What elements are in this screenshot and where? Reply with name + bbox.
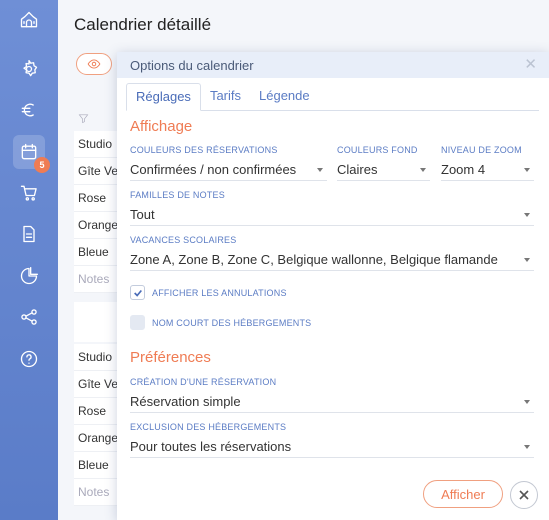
checkbox-checked[interactable]	[130, 285, 145, 300]
chevron-down-icon	[420, 168, 426, 172]
euro-icon[interactable]	[15, 96, 43, 124]
chevron-down-icon	[524, 445, 530, 449]
select-value[interactable]: Zone A, Zone B, Zone C, Belgique wallonn…	[130, 251, 534, 271]
select-value[interactable]: Claires	[337, 161, 430, 181]
background-spacer	[74, 302, 120, 342]
field-label: Familles de notes	[130, 190, 225, 200]
filter-icon[interactable]	[78, 111, 89, 129]
field-label: Vacances scolaires	[130, 235, 237, 245]
modal-title: Options du calendrier	[130, 57, 254, 73]
close-button[interactable]	[510, 481, 538, 509]
gear-icon[interactable]	[15, 55, 43, 83]
close-icon	[519, 490, 529, 500]
select-value[interactable]: Tout	[130, 206, 534, 226]
reservation-creation-select[interactable]: Création d'une réservation Réservation s…	[130, 377, 534, 413]
select-value[interactable]: Zoom 4	[441, 161, 534, 181]
home-logo-icon[interactable]	[15, 6, 43, 34]
section-title-affichage: Affichage	[130, 118, 193, 135]
calendar-icon[interactable]: 5	[13, 135, 50, 173]
background-colors-select[interactable]: Couleurs fond Claires	[337, 145, 430, 181]
modal-header: Options du calendrier ✕	[117, 52, 549, 78]
list-item[interactable]: Studio	[74, 344, 120, 371]
apply-button[interactable]: Afficher	[423, 480, 503, 508]
select-text: Zone A, Zone B, Zone C, Belgique wallonn…	[130, 252, 498, 267]
chevron-down-icon	[524, 258, 530, 262]
background-list-b: Studio Gîte Ve Rose Orange Bleue Notes	[74, 344, 120, 506]
field-label: Exclusion des hébergements	[130, 422, 287, 432]
list-item[interactable]: Orange	[74, 212, 120, 239]
background-list-a: Studio Gîte Ve Rose Orange Bleue Notes	[74, 131, 120, 293]
calendar-options-modal: Options du calendrier ✕ Réglages Tarifs …	[117, 52, 549, 520]
select-text: Zoom 4	[441, 162, 486, 177]
tab-reglages[interactable]: Réglages	[126, 83, 201, 111]
show-cancellations-checkbox[interactable]: Afficher les annulations	[130, 285, 287, 300]
accommodation-exclusion-select[interactable]: Exclusion des hébergements Pour toutes l…	[130, 422, 534, 458]
pie-chart-icon[interactable]	[15, 262, 43, 290]
select-text: Confirmées / non confirmées	[130, 162, 297, 177]
note-families-select[interactable]: Familles de notes Tout	[130, 190, 534, 226]
short-name-checkbox[interactable]: Nom court des hébergements	[130, 315, 311, 330]
list-item[interactable]: Orange	[74, 425, 120, 452]
tab-tarifs[interactable]: Tarifs	[201, 83, 250, 111]
section-title-preferences: Préférences	[130, 349, 211, 366]
select-text: Pour toutes les réservations	[130, 439, 292, 454]
chevron-down-icon	[524, 213, 530, 217]
select-text: Réservation simple	[130, 394, 241, 409]
field-label: Création d'une réservation	[130, 377, 277, 387]
cart-icon[interactable]	[15, 179, 43, 207]
visibility-toggle-button[interactable]	[76, 53, 112, 75]
checkbox-label[interactable]: Afficher les annulations	[152, 288, 287, 298]
list-item[interactable]: Bleue	[74, 239, 120, 266]
chevron-down-icon	[524, 400, 530, 404]
select-value[interactable]: Confirmées / non confirmées	[130, 161, 327, 181]
list-item[interactable]: Rose	[74, 185, 120, 212]
checkbox-label[interactable]: Nom court des hébergements	[152, 318, 311, 328]
select-text: Claires	[337, 162, 378, 177]
close-icon[interactable]: ✕	[524, 57, 537, 72]
checkbox-unchecked[interactable]	[130, 315, 145, 330]
chevron-down-icon	[524, 168, 530, 172]
list-item[interactable]: Bleue	[74, 452, 120, 479]
list-item[interactable]: Notes	[74, 479, 120, 506]
field-label: Couleurs fond	[337, 145, 418, 155]
calendar-badge: 5	[34, 157, 50, 173]
field-label: Niveau de zoom	[441, 145, 522, 155]
school-holidays-select[interactable]: Vacances scolaires Zone A, Zone B, Zone …	[130, 235, 534, 271]
eye-icon	[87, 59, 101, 69]
select-text: Tout	[130, 207, 155, 222]
list-item[interactable]: Rose	[74, 398, 120, 425]
document-icon[interactable]	[15, 220, 43, 248]
list-item[interactable]: Gîte Ve	[74, 158, 120, 185]
tab-legende[interactable]: Légende	[250, 83, 319, 111]
field-label: Couleurs des réservations	[130, 145, 278, 155]
zoom-level-select[interactable]: Niveau de zoom Zoom 4	[441, 145, 534, 181]
help-icon[interactable]	[15, 345, 43, 373]
chevron-down-icon	[317, 168, 323, 172]
list-item[interactable]: Gîte Ve	[74, 371, 120, 398]
select-value[interactable]: Pour toutes les réservations	[130, 438, 534, 458]
select-value[interactable]: Réservation simple	[130, 393, 534, 413]
tab-bar: Réglages Tarifs Légende	[126, 83, 539, 111]
list-item[interactable]: Notes	[74, 266, 120, 293]
list-item[interactable]: Studio	[74, 131, 120, 158]
checkmark-icon	[133, 289, 142, 297]
sidebar: 5	[0, 0, 58, 520]
page-title: Calendrier détaillé	[74, 15, 212, 34]
reservation-colors-select[interactable]: Couleurs des réservations Confirmées / n…	[130, 145, 327, 181]
share-icon[interactable]	[15, 303, 43, 331]
